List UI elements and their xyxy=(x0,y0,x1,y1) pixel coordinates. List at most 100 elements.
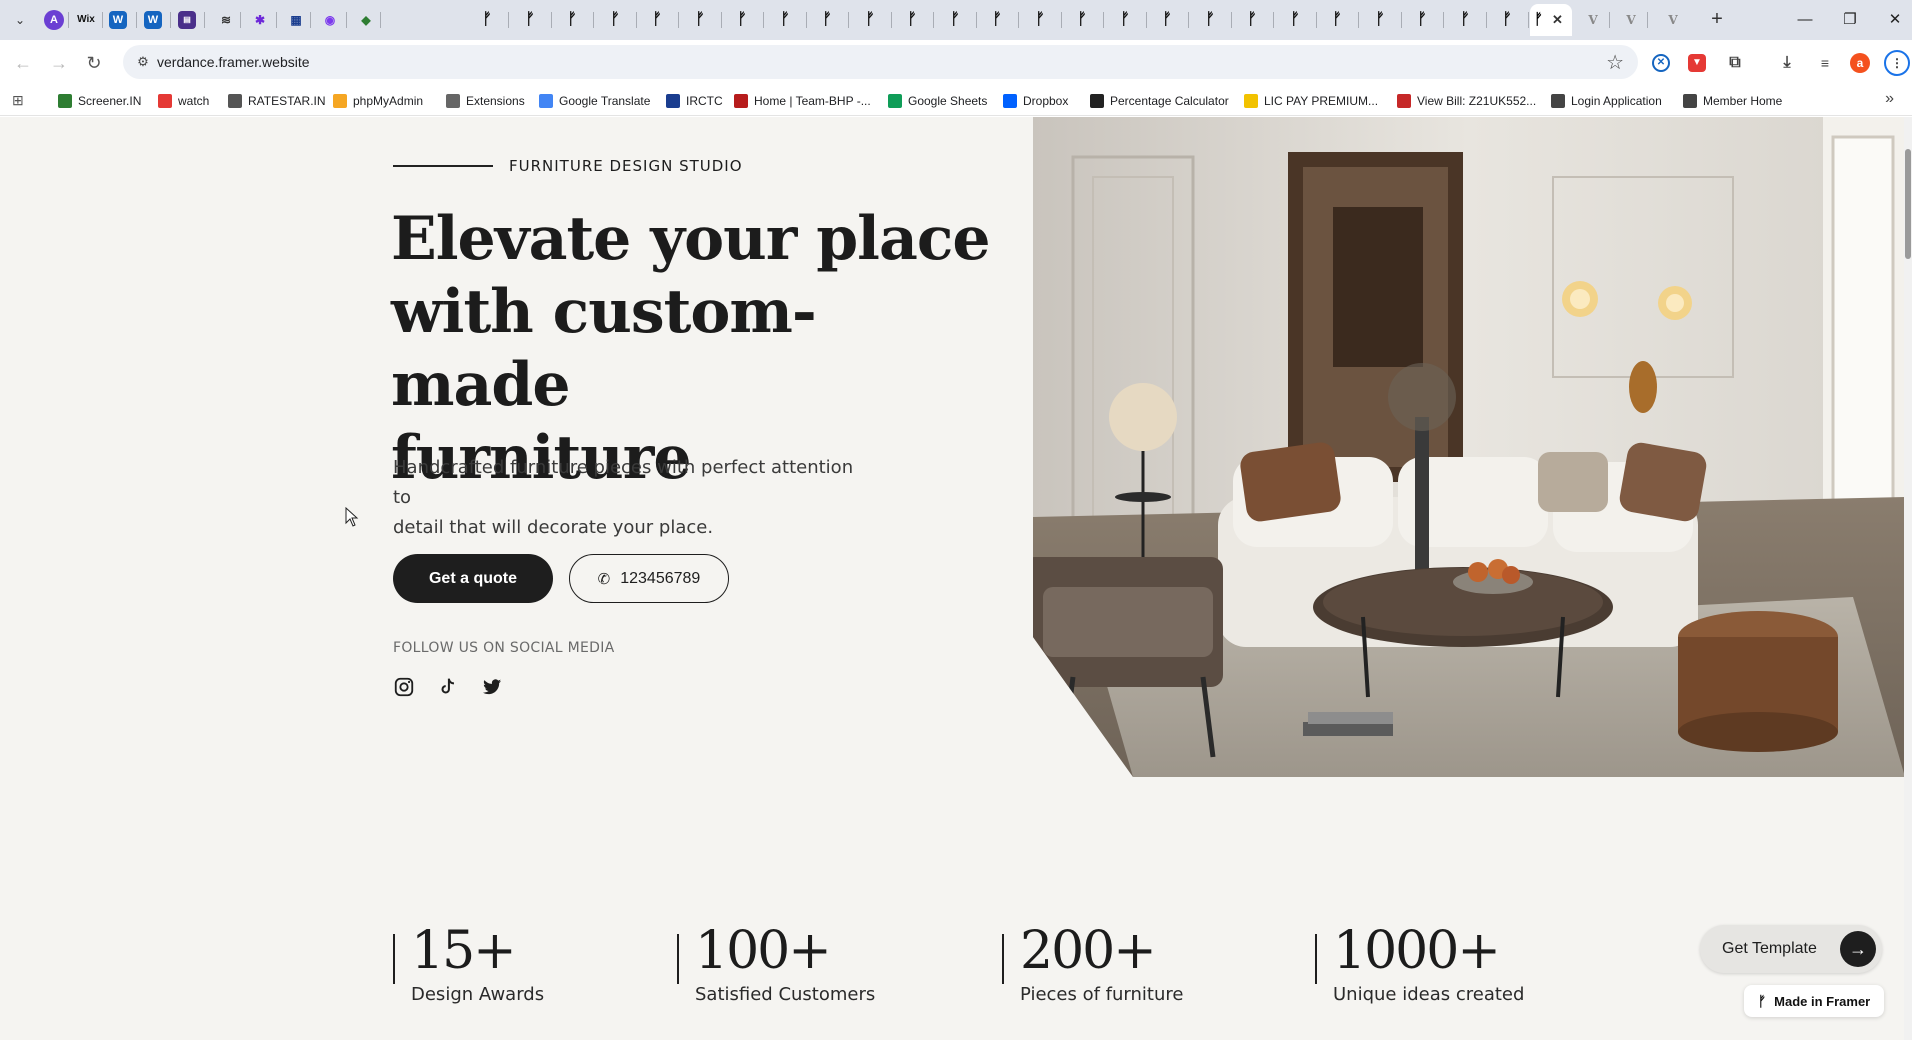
headline-line: Elevate your place xyxy=(391,204,991,274)
more-bookmarks-icon[interactable]: » xyxy=(1885,90,1894,108)
tab-framer[interactable]: ᚠ xyxy=(1028,8,1052,32)
twitter-icon[interactable] xyxy=(481,676,503,698)
framer-icon: ᚠ xyxy=(865,11,875,28)
close-window-button[interactable]: ✕ xyxy=(1880,8,1910,32)
extension-icon-shield[interactable]: ▼ xyxy=(1688,54,1706,72)
tab-framer[interactable]: ᚠ xyxy=(815,8,839,32)
tab-framer[interactable]: ᚠ xyxy=(1070,8,1094,32)
tab-favicon-a[interactable]: A xyxy=(44,10,64,30)
bookmark-item[interactable]: Percentage Calculator xyxy=(1090,91,1229,111)
made-in-framer-badge[interactable]: ᚠ Made in Framer xyxy=(1744,985,1884,1017)
framer-icon: ᚠ xyxy=(1502,11,1512,28)
bookmark-item[interactable]: LIC PAY PREMIUM... xyxy=(1244,91,1378,111)
forward-button[interactable]: → xyxy=(46,50,72,76)
tab-favicon-v2[interactable]: V xyxy=(1619,8,1643,32)
tab-framer[interactable]: ᚠ xyxy=(1198,8,1222,32)
eyebrow-text: FURNITURE DESIGN STUDIO xyxy=(509,157,743,175)
bookmark-item[interactable]: RATESTAR.IN xyxy=(228,91,326,111)
tab-favicon-v3[interactable]: V xyxy=(1661,8,1685,32)
bookmark-item[interactable]: Screener.IN xyxy=(58,91,141,111)
profile-avatar[interactable]: a xyxy=(1850,53,1870,73)
restore-button[interactable]: ❐ xyxy=(1835,8,1865,32)
instagram-icon[interactable] xyxy=(393,676,415,698)
bookmark-item[interactable]: Member Home xyxy=(1683,91,1782,111)
bookmark-item[interactable]: Google Translate xyxy=(539,91,650,111)
extension-icon-1[interactable]: ✕ xyxy=(1652,54,1670,72)
bookmark-item[interactable]: IRCTC xyxy=(666,91,723,111)
tab-framer[interactable]: ᚠ xyxy=(1155,8,1179,32)
tab-framer[interactable]: ᚠ xyxy=(603,8,627,32)
tab-separator xyxy=(551,12,552,28)
get-quote-button[interactable]: Get a quote xyxy=(393,554,553,603)
site-info-icon[interactable]: ⚙ xyxy=(133,52,153,72)
tab-separator xyxy=(721,12,722,28)
tab-active-verdance[interactable]: ᚠ ✕ xyxy=(1530,4,1572,36)
extensions-puzzle-icon[interactable]: ⧉ xyxy=(1724,52,1746,74)
tab-favicon-calendar[interactable]: ▦ xyxy=(284,8,308,32)
bookmark-item[interactable]: Google Sheets xyxy=(888,91,987,111)
address-bar[interactable]: ⚙ verdance.framer.website ☆ xyxy=(123,45,1638,79)
bookmark-item[interactable]: View Bill: Z21UK552... xyxy=(1397,91,1536,111)
bookmark-item[interactable]: Dropbox xyxy=(1003,91,1068,111)
reload-button[interactable]: ↻ xyxy=(81,50,107,76)
tab-framer[interactable]: ᚠ xyxy=(1495,8,1519,32)
tab-favicon-w1[interactable]: W xyxy=(109,11,127,29)
tab-favicon-v1[interactable]: V xyxy=(1581,8,1605,32)
minimize-button[interactable]: — xyxy=(1790,8,1820,32)
bookmark-item[interactable]: phpMyAdmin xyxy=(333,91,423,111)
tab-favicon-puzzle[interactable]: ✱ xyxy=(248,8,272,32)
tab-framer[interactable]: ᚠ xyxy=(773,8,797,32)
browser-menu-icon[interactable]: ⋮ xyxy=(1884,50,1910,76)
tab-framer[interactable]: ᚠ xyxy=(943,8,967,32)
page-scrollbar[interactable] xyxy=(1904,117,1912,1040)
tab-framer[interactable]: ᚠ xyxy=(900,8,924,32)
bookmark-item[interactable]: Extensions xyxy=(446,91,525,111)
back-button[interactable]: ← xyxy=(10,50,36,76)
tab-framer[interactable]: ᚠ xyxy=(560,8,584,32)
download-icon[interactable]: ⤓ xyxy=(1776,52,1798,74)
apps-grid-icon[interactable]: ⊞ xyxy=(12,92,24,109)
tab-framer[interactable]: ᚠ xyxy=(475,8,499,32)
tab-framer[interactable]: ᚠ xyxy=(858,8,882,32)
tab-separator xyxy=(310,12,311,28)
scroll-thumb[interactable] xyxy=(1905,149,1911,259)
tab-favicon-circle[interactable]: ◉ xyxy=(318,8,342,32)
bookmark-item[interactable]: Home | Team-BHP -... xyxy=(734,91,871,111)
tab-framer[interactable]: ᚠ xyxy=(985,8,1009,32)
made-in-framer-label: Made in Framer xyxy=(1774,993,1871,1009)
tab-wix[interactable]: Wix xyxy=(74,8,98,32)
irctc-icon xyxy=(666,94,680,108)
tab-favicon-bar[interactable]: ▤ xyxy=(178,11,196,29)
tab-favicon-leaf[interactable]: ◆ xyxy=(354,8,378,32)
tab-search-button[interactable]: ⌄ xyxy=(10,10,30,30)
tab-framer[interactable]: ᚠ xyxy=(1368,8,1392,32)
get-template-button[interactable]: Get Template → xyxy=(1700,925,1882,973)
headline-line: with custom-made xyxy=(391,277,817,420)
tab-framer[interactable]: ᚠ xyxy=(688,8,712,32)
mouse-cursor-icon xyxy=(345,507,359,527)
tab-framer[interactable]: ᚠ xyxy=(1453,8,1477,32)
tab-framer[interactable]: ᚠ xyxy=(1410,8,1434,32)
tab-framer[interactable]: ᚠ xyxy=(730,8,754,32)
tiktok-icon[interactable] xyxy=(437,676,459,698)
tab-favicon-layers[interactable]: ≋ xyxy=(214,8,238,32)
tab-framer[interactable]: ᚠ xyxy=(1283,8,1307,32)
tab-framer[interactable]: ᚠ xyxy=(1113,8,1137,32)
tab-framer[interactable]: ᚠ xyxy=(1325,8,1349,32)
tab-separator xyxy=(806,12,807,28)
new-tab-button[interactable]: + xyxy=(1705,8,1729,32)
tab-framer[interactable]: ᚠ xyxy=(645,8,669,32)
url-text[interactable]: verdance.framer.website xyxy=(157,54,310,70)
phone-button[interactable]: ✆ 123456789 xyxy=(569,554,729,603)
media-control-icon[interactable]: ≡ xyxy=(1814,52,1836,74)
tab-framer[interactable]: ᚠ xyxy=(1240,8,1264,32)
bookmark-star-icon[interactable]: ☆ xyxy=(1606,50,1624,75)
bookmark-item[interactable]: watch xyxy=(158,91,209,111)
bookmark-item[interactable]: Login Application xyxy=(1551,91,1662,111)
close-tab-icon[interactable]: ✕ xyxy=(1552,8,1563,32)
tab-framer[interactable]: ᚠ xyxy=(518,8,542,32)
framer-icon: ᚠ xyxy=(950,11,960,28)
bookmark-label: Percentage Calculator xyxy=(1110,94,1229,108)
framer-icon: ᚠ xyxy=(567,11,577,28)
tab-favicon-w2[interactable]: W xyxy=(144,11,162,29)
